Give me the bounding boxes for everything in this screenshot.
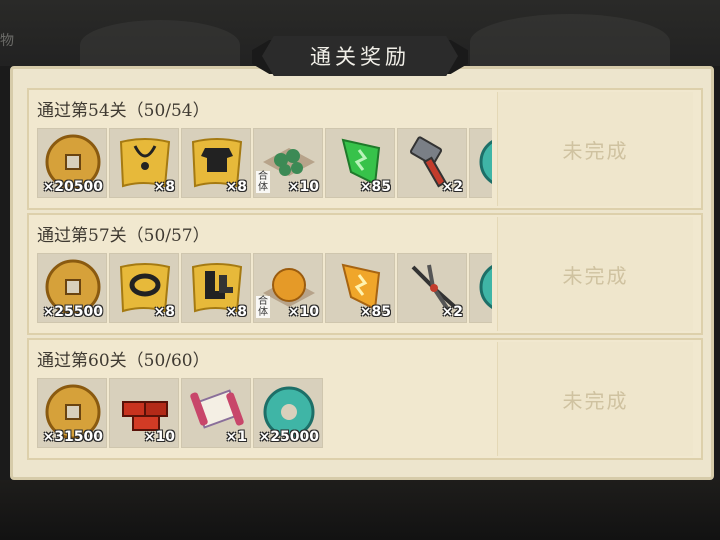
status-label: 未完成 <box>497 217 693 331</box>
reward-items: ×31500 ×10 ×1 ×25000 <box>37 378 492 450</box>
item-count: ×20500 <box>42 179 103 195</box>
reward-rows: 通过第54关（50/54） ×20500 ×8 ×8 合体 ×10 ×85 ×2… <box>27 88 703 463</box>
row-title: 通过第60关（50/60） <box>37 351 210 371</box>
status-label: 未完成 <box>497 92 693 206</box>
item-count: ×8 <box>225 179 247 195</box>
reward-items: ×20500 ×8 ×8 合体 ×10 ×85 ×2 <box>37 128 492 200</box>
reward-item[interactable]: ×20500 <box>37 128 107 198</box>
rewards-panel: 通过第54关（50/54） ×20500 ×8 ×8 合体 ×10 ×85 ×2… <box>10 66 714 480</box>
status-label: 未完成 <box>497 342 693 456</box>
jade-ring-icon <box>479 265 492 309</box>
reward-row: 通过第60关（50/60） ×31500 ×10 ×1 ×25000 未完成 <box>27 338 703 460</box>
item-count: ×8 <box>153 304 175 320</box>
item-count: ×2 <box>441 304 463 320</box>
reward-item[interactable]: ×1 <box>469 128 492 198</box>
item-tag: 合体 <box>256 171 270 193</box>
reward-item[interactable]: ×8 <box>181 128 251 198</box>
item-count: ×2 <box>441 179 463 195</box>
reward-item[interactable]: ×1 <box>181 378 251 448</box>
reward-item[interactable]: ×8 <box>109 128 179 198</box>
item-count: ×10 <box>287 179 319 195</box>
row-title: 通过第54关（50/54） <box>37 101 210 121</box>
background-mountain <box>470 14 670 70</box>
item-count: ×85 <box>359 179 391 195</box>
background-mountain <box>80 20 240 70</box>
reward-item[interactable]: ×2 <box>469 253 492 323</box>
background-bottom-band <box>0 480 720 540</box>
reward-item[interactable]: ×8 <box>181 253 251 323</box>
reward-item[interactable]: ×85 <box>325 128 395 198</box>
item-count: ×10 <box>287 304 319 320</box>
reward-item[interactable]: ×10 <box>109 378 179 448</box>
reward-item[interactable]: ×2 <box>397 253 467 323</box>
reward-item[interactable]: ×8 <box>109 253 179 323</box>
item-tag: 合体 <box>256 296 270 318</box>
reward-item[interactable]: ×85 <box>325 253 395 323</box>
title-banner: 通关奖励 <box>262 36 458 76</box>
reward-row: 通过第54关（50/54） ×20500 ×8 ×8 合体 ×10 ×85 ×2… <box>27 88 703 210</box>
jade-ring-icon <box>479 140 492 184</box>
reward-row: 通过第57关（50/57） ×25500 ×8 ×8 合体 ×10 ×85 ×2… <box>27 213 703 335</box>
reward-items: ×25500 ×8 ×8 合体 ×10 ×85 ×2 <box>37 253 492 325</box>
item-count: ×10 <box>143 429 175 445</box>
reward-item[interactable]: 合体 ×10 <box>253 253 323 323</box>
reward-item[interactable]: ×31500 <box>37 378 107 448</box>
item-count: ×85 <box>359 304 391 320</box>
item-count: ×8 <box>225 304 247 320</box>
reward-item[interactable]: ×25000 <box>253 378 323 448</box>
background-side-text: 物 <box>0 33 14 49</box>
item-count: ×25500 <box>42 304 103 320</box>
item-count: ×25000 <box>258 429 319 445</box>
item-count: ×8 <box>153 179 175 195</box>
reward-item[interactable]: ×2 <box>397 128 467 198</box>
reward-item[interactable]: ×25500 <box>37 253 107 323</box>
item-count: ×31500 <box>42 429 103 445</box>
item-count: ×1 <box>225 429 247 445</box>
reward-item[interactable]: 合体 ×10 <box>253 128 323 198</box>
row-title: 通过第57关（50/57） <box>37 226 210 246</box>
